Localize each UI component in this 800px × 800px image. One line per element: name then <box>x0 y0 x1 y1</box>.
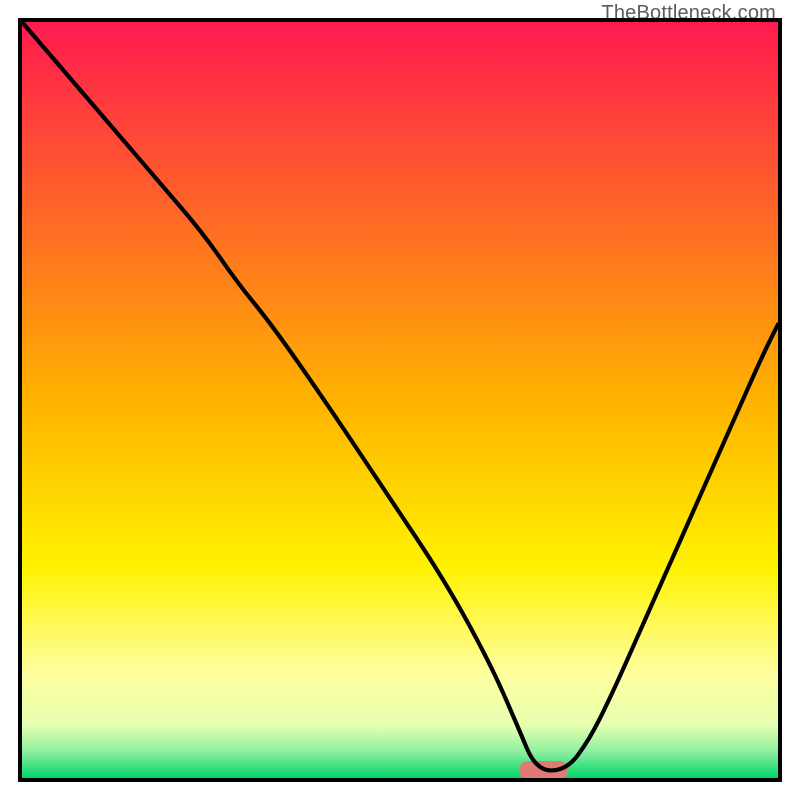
chart-background <box>22 22 778 778</box>
chart-frame <box>18 18 782 782</box>
bottleneck-chart <box>22 22 778 778</box>
